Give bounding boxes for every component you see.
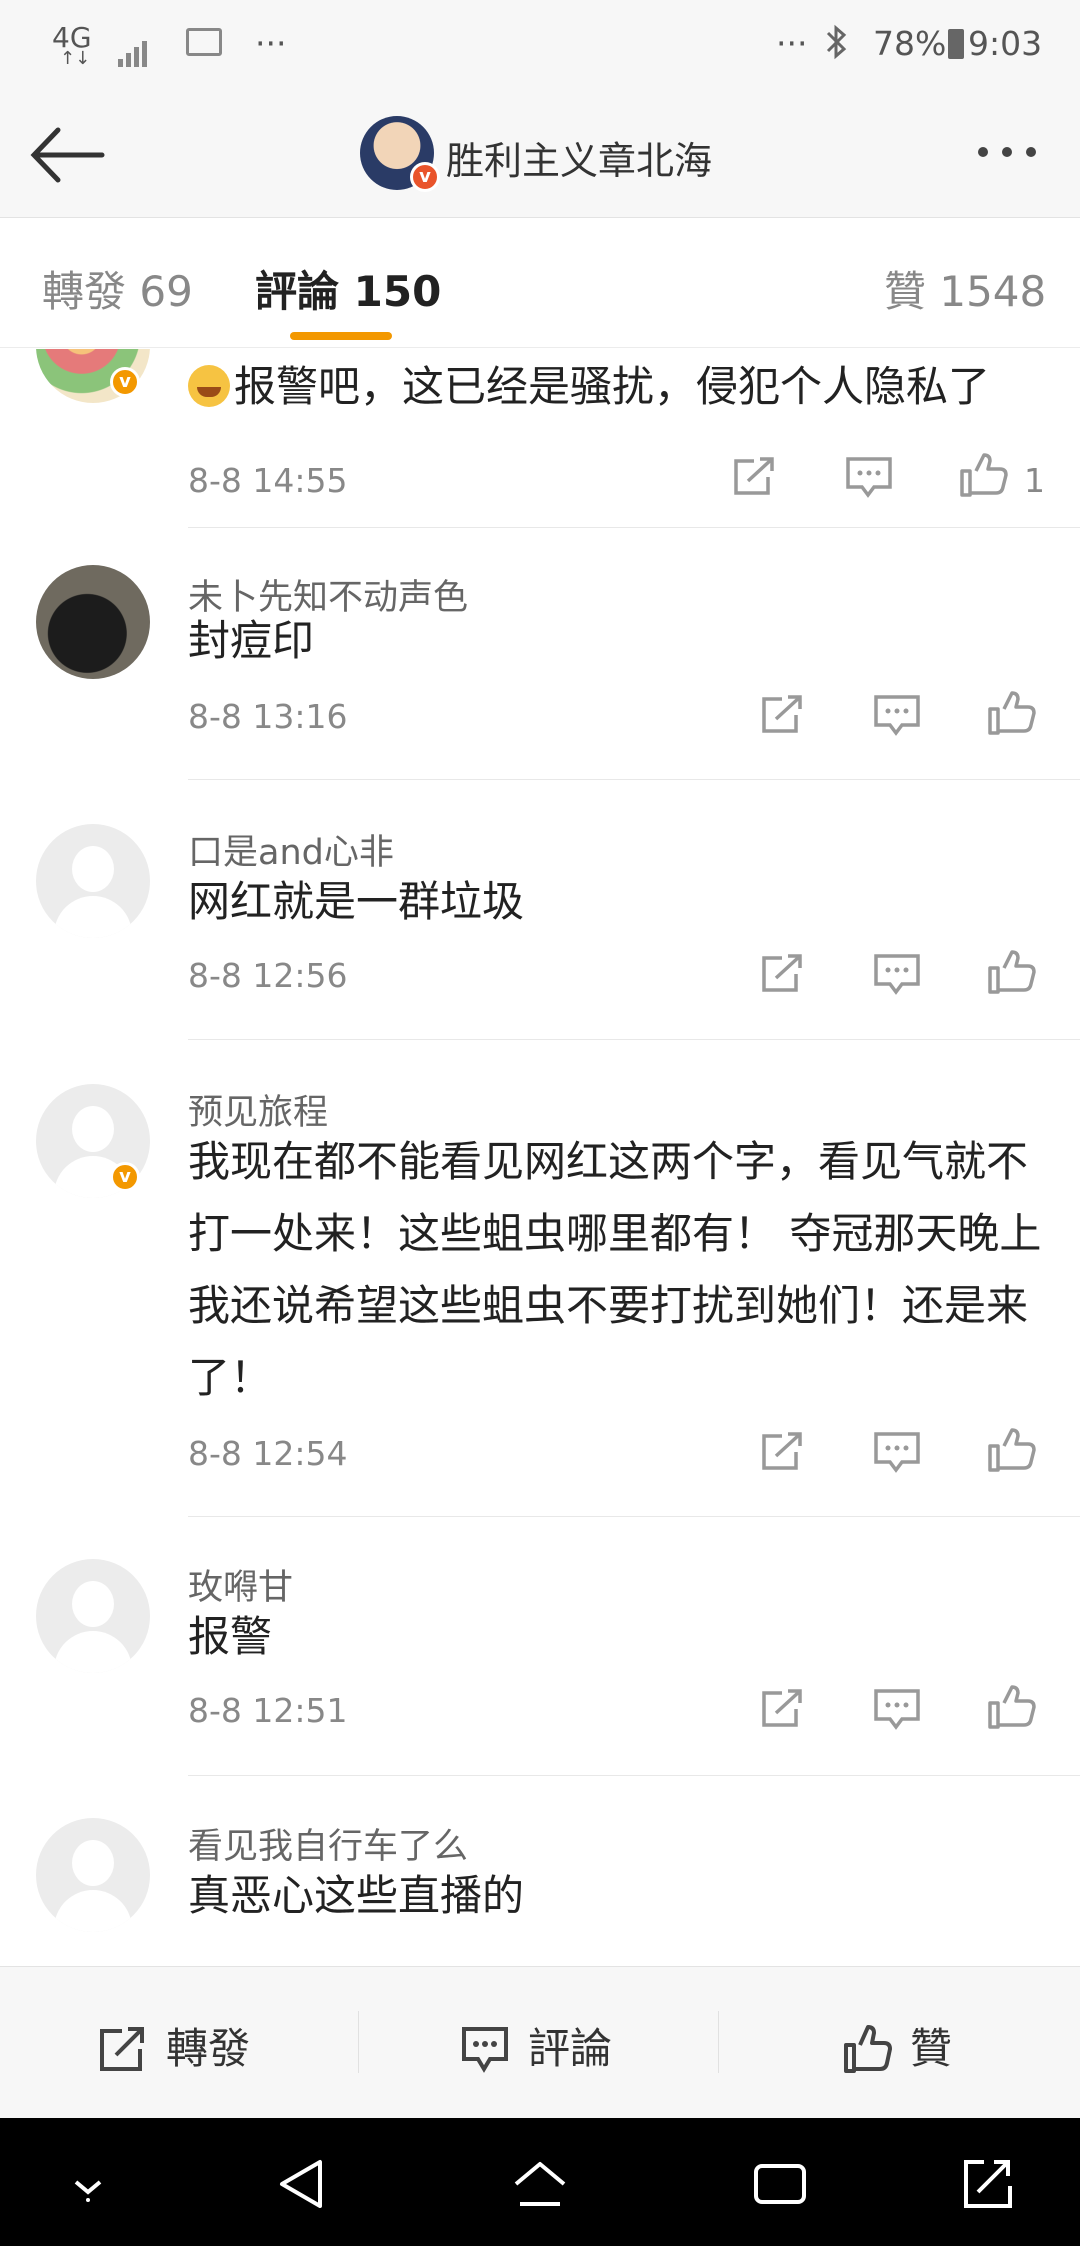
top-navigation-bar: v 胜利主义章北海 [0,92,1080,218]
like-button[interactable]: 贊 [842,2015,952,2076]
comment-date: 8-8 13:16 [188,697,348,736]
comment-text: 报警吧，这已经是骚扰，侵犯个人隐私了 [188,351,1048,423]
comment-text: 真恶心这些直播的 [188,1871,525,1920]
comment-list[interactable]: v 报警吧，这已经是骚扰，侵犯个人隐私了 8-8 14:55 1 未卜先知不动声… [0,349,1080,1966]
tab-bar: 轉發 69 評論 150 贊 1548 [0,218,1080,348]
laughing-emoji-icon [188,365,230,407]
repost-label: 轉發 [166,2024,251,2073]
like-icon[interactable] [986,950,1036,994]
repost-icon[interactable] [730,455,780,499]
battery-icon [948,29,965,59]
repost-icon[interactable] [758,693,808,737]
more-notifications-indicator: ··· [255,24,287,63]
comment-text: 我现在都不能看见网红这两个字，看见气就不打一处来！这些蛆虫哪里都有！ 夺冠那天晚… [188,1137,1042,1402]
back-nav-icon[interactable] [272,2156,332,2216]
verified-badge-icon: v [110,367,140,397]
comment-icon[interactable] [872,1430,922,1474]
comment-divider [188,1775,1080,1776]
commenter-avatar[interactable] [36,565,150,679]
hide-keyboard-icon[interactable] [58,2156,118,2216]
repost-icon[interactable] [758,952,808,996]
page-title[interactable]: 胜利主义章北海 [446,130,712,185]
comment-date: 8-8 12:54 [188,1434,348,1473]
repost-button[interactable]: 轉發 [98,2015,250,2076]
home-nav-icon[interactable] [510,2156,570,2216]
active-tab-indicator [290,332,392,340]
more-options-icon[interactable] [978,142,1050,161]
comment-divider [188,527,1080,528]
bottom-action-bar: 轉發 評論 贊 [0,1966,1080,2118]
clock: 9:03 [968,24,1043,63]
repost-icon [100,2027,144,2071]
comment-icon [462,2027,508,2073]
like-icon[interactable] [986,691,1036,735]
like-count: 1 [1024,461,1045,500]
comment-label: 評論 [528,2024,613,2073]
repost-icon[interactable] [758,1430,808,1474]
comment-date: 8-8 14:55 [188,461,348,500]
like-label: 贊 [910,2024,953,2073]
comment-text: 报警 [188,1612,273,1661]
tab-comments[interactable]: 評論 150 [255,258,441,319]
image-notification-icon [186,28,222,56]
comment-divider [188,1039,1080,1040]
comment-icon[interactable] [844,455,894,499]
comment-icon[interactable] [872,693,922,737]
signal-icon [118,28,150,67]
comment-button[interactable]: 評論 [460,2015,612,2076]
bluetooth-icon [824,24,848,68]
status-bar: 4G ↑↓ ··· ··· 78% 9:03 [0,0,1080,92]
verified-badge-icon: v [410,162,440,192]
commenter-avatar[interactable] [36,824,150,938]
like-icon[interactable] [986,1428,1036,1472]
comment-text: 封痘印 [188,616,315,665]
comment-icon[interactable] [872,1687,922,1731]
recent-apps-icon[interactable] [750,2156,810,2216]
network-indicator: 4G ↑↓ [52,21,92,69]
comment-text: 网红就是一群垃圾 [188,877,525,926]
system-navigation-bar [0,2118,1080,2246]
verified-badge-icon: v [110,1162,140,1192]
comment-divider [188,779,1080,780]
like-icon [844,2025,892,2073]
comment-date: 8-8 12:51 [188,1691,348,1730]
comment-divider [188,1516,1080,1517]
battery-percentage: 78% [873,24,965,63]
repost-icon[interactable] [758,1687,808,1731]
like-icon[interactable] [986,1685,1036,1729]
divider [358,2011,359,2073]
tab-reposts[interactable]: 轉發 69 [42,258,193,319]
comment-date: 8-8 12:56 [188,956,348,995]
like-icon[interactable] [958,453,1008,497]
back-arrow-icon[interactable] [28,122,108,188]
comment-icon[interactable] [872,952,922,996]
tab-likes[interactable]: 贊 1548 [884,258,1046,319]
expand-icon[interactable] [958,2156,1018,2216]
commenter-avatar[interactable] [36,1818,150,1932]
author-avatar[interactable]: v [360,116,440,192]
more-status-indicator: ··· [776,24,808,63]
divider [718,2011,719,2073]
commenter-avatar[interactable] [36,1559,150,1673]
